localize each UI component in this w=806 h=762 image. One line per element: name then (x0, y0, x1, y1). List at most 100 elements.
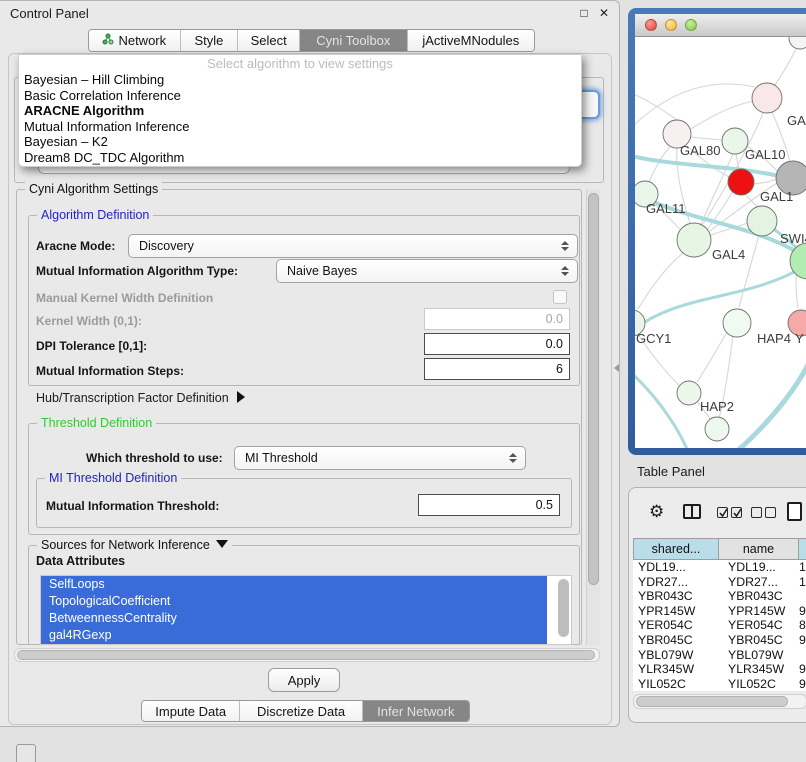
tab-jactivemnodules[interactable]: jActiveMNodules (408, 30, 534, 51)
zoom-traffic-light-icon[interactable] (685, 19, 697, 31)
dpi-tolerance-field[interactable] (424, 333, 570, 355)
algorithm-option-selected[interactable]: ARACNE Algorithm (19, 103, 581, 119)
splitter-handle[interactable] (614, 364, 619, 372)
cell: YPR145W (719, 604, 799, 619)
table-row[interactable]: YBR043CYBR043C (633, 589, 806, 604)
tab-style[interactable]: Style (181, 30, 239, 51)
list-vertical-scrollbar-thumb[interactable] (558, 579, 569, 637)
threshold-definition-title: Threshold Definition (37, 416, 156, 430)
minimize-traffic-light-icon[interactable] (665, 19, 677, 31)
mi-threshold-field[interactable] (418, 494, 560, 516)
aracne-mode-label: Aracne Mode: (36, 239, 115, 253)
list-item[interactable]: gal4RGexp (41, 627, 547, 644)
table-row[interactable]: YLR345WYLR345W9. (633, 662, 806, 677)
node-label: GCY1 (636, 331, 671, 346)
settings-vertical-scrollbar[interactable] (586, 189, 600, 645)
combobox-arrows-icon (507, 447, 519, 469)
node-label: GAL1 (760, 189, 793, 204)
cell: YDL19... (719, 560, 799, 575)
algorithm-option[interactable]: Dream8 DC_TDC Algorithm (19, 150, 581, 166)
tab-impute-data[interactable]: Impute Data (142, 701, 240, 721)
network-node[interactable] (752, 83, 782, 113)
data-attributes-label: Data Attributes (36, 554, 125, 568)
cell: 9. (799, 662, 806, 677)
select-all-checkboxes-icon[interactable] (717, 507, 742, 518)
tab-network[interactable]: Network (89, 30, 181, 51)
network-node[interactable] (723, 309, 751, 337)
table-row[interactable]: YPR145WYPR145W9. (633, 604, 806, 619)
hub-definition-expander[interactable]: Hub/Transcription Factor Definition (36, 391, 245, 405)
table-row[interactable]: YDR27...YDR27...12 (633, 575, 806, 590)
table-row[interactable]: YBR045CYBR045C9. (633, 633, 806, 648)
float-window-icon[interactable]: □ (576, 5, 592, 21)
cell: YER054C (719, 618, 799, 633)
gear-icon[interactable]: ⚙ (649, 502, 664, 522)
apply-button[interactable]: Apply (268, 668, 340, 692)
tab-discretize-data[interactable]: Discretize Data (240, 701, 362, 721)
column-header-name[interactable]: name (719, 538, 799, 560)
column-header-label: name (743, 542, 774, 556)
kernel-width-field[interactable] (424, 308, 570, 330)
algorithm-option[interactable]: Bayesian – Hill Climbing (19, 72, 581, 88)
network-node[interactable] (747, 206, 777, 236)
network-node[interactable] (677, 381, 701, 405)
algorithm-dropdown-popup: Select algorithm to view settings Bayesi… (18, 54, 582, 167)
network-node-red[interactable] (728, 169, 754, 195)
table-row[interactable]: YDL19...YDL19...13 (633, 560, 806, 575)
cell: YLR345W (633, 662, 719, 677)
hub-definition-label: Hub/Transcription Factor Definition (36, 391, 229, 405)
network-window-titlebar[interactable] (635, 14, 806, 37)
cyni-algorithm-settings-title: Cyni Algorithm Settings (25, 182, 162, 196)
close-traffic-light-icon[interactable] (645, 19, 657, 31)
columns-icon[interactable] (683, 504, 701, 519)
cell: YDR27... (633, 575, 719, 590)
network-node[interactable] (677, 223, 711, 257)
network-node[interactable] (789, 37, 806, 49)
apply-button-label: Apply (288, 673, 321, 688)
cell: YBL079W (719, 648, 799, 663)
tab-cyni-toolbox-label: Cyni Toolbox (316, 33, 390, 48)
algorithm-popup-placeholder: Select algorithm to view settings (19, 55, 581, 72)
table-row[interactable]: YBL079WYBL079W (633, 648, 806, 663)
table-row[interactable]: YER054CYER054C8. (633, 618, 806, 633)
table-row[interactable]: YIL052CYIL052C9. (633, 677, 806, 692)
mi-steps-field[interactable] (424, 358, 570, 380)
settings-horizontal-scrollbar[interactable] (14, 648, 600, 662)
tab-select[interactable]: Select (238, 30, 300, 51)
settings-vertical-scrollbar-thumb[interactable] (588, 193, 599, 585)
aracne-mode-combobox[interactable]: Discovery (128, 234, 578, 258)
which-threshold-combobox[interactable]: MI Threshold (234, 446, 526, 470)
table-horizontal-scrollbar[interactable] (633, 694, 806, 709)
tab-cyni-toolbox[interactable]: Cyni Toolbox (300, 30, 408, 51)
cell: 9. (799, 633, 806, 648)
algorithm-option[interactable]: Mutual Information Inference (19, 119, 581, 135)
table-body: YDL19...YDL19...13 YDR27...YDR27...12 YB… (633, 560, 806, 691)
network-node[interactable] (705, 417, 729, 441)
list-item[interactable]: BetweennessCentrality (41, 610, 547, 627)
close-icon[interactable]: ✕ (596, 5, 612, 21)
network-canvas[interactable]: GAL80 GAL10 GAL11 GAL1 SWI4 GAL4 GCY1 HA… (635, 37, 806, 448)
list-item[interactable]: TopologicalCoefficient (41, 593, 547, 610)
algorithm-option[interactable]: Bayesian – K2 (19, 134, 581, 150)
column-header-partial[interactable] (799, 538, 806, 560)
cell: YDR27... (719, 575, 799, 590)
mi-threshold-label: Mutual Information Threshold: (46, 499, 219, 513)
cell: YER054C (633, 618, 719, 633)
document-icon[interactable] (787, 502, 802, 521)
manual-kernel-checkbox[interactable] (553, 290, 567, 304)
mi-type-label: Mutual Information Algorithm Type: (36, 264, 238, 278)
list-item[interactable]: SelfLoops (41, 576, 547, 593)
deselect-all-checkboxes-icon[interactable] (751, 507, 776, 518)
minimized-panel-grip[interactable] (16, 744, 36, 762)
tab-discretize-data-label: Discretize Data (257, 704, 345, 719)
sources-group-title[interactable]: Sources for Network Inference (37, 538, 232, 552)
algorithm-option[interactable]: Basic Correlation Inference (19, 88, 581, 104)
node-label: HAP2 (700, 399, 734, 414)
table-horizontal-scrollbar-thumb[interactable] (636, 696, 788, 707)
mi-type-combobox[interactable]: Naive Bayes (276, 259, 578, 283)
tab-infer-network[interactable]: Infer Network (363, 701, 469, 721)
which-threshold-value: MI Threshold (245, 451, 318, 465)
column-header-shared-name[interactable]: shared... (633, 538, 719, 560)
settings-horizontal-scrollbar-thumb[interactable] (17, 650, 595, 660)
manual-kernel-label: Manual Kernel Width Definition (36, 291, 213, 305)
